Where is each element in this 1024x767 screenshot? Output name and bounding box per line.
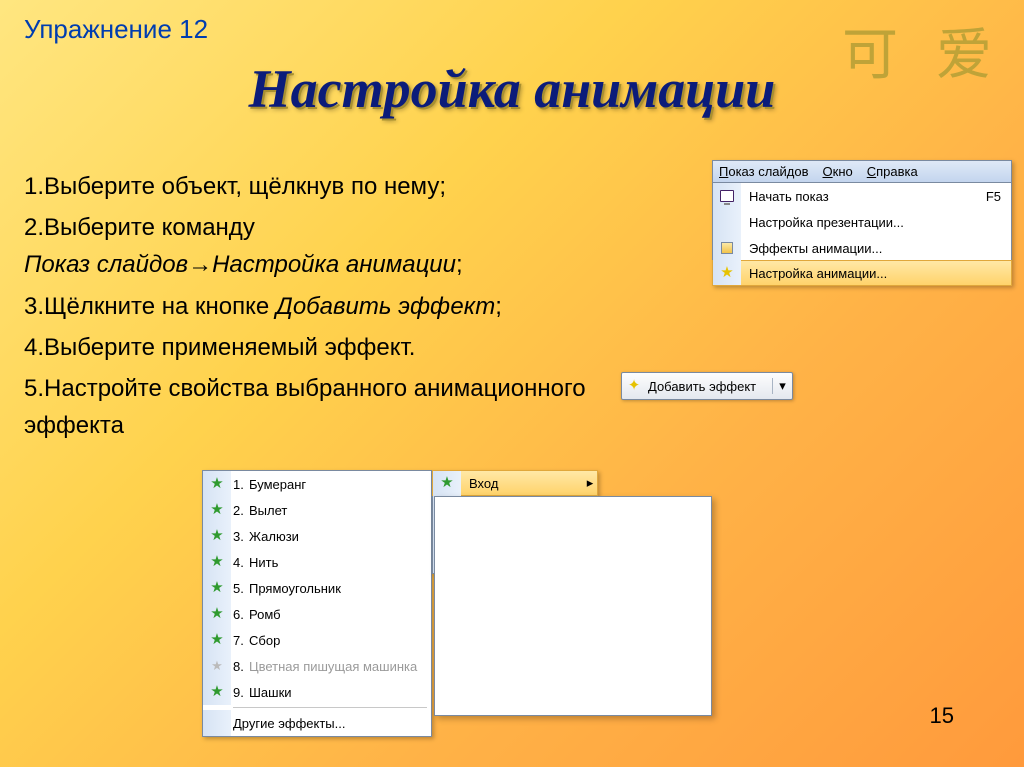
- star-icon: ★: [203, 601, 231, 627]
- star-icon: ★: [433, 471, 461, 495]
- effect-thread[interactable]: ★ 4. Нить: [203, 549, 431, 575]
- star-icon: ★: [203, 497, 231, 523]
- effect-blinds[interactable]: ★ 3. Жалюзи: [203, 523, 431, 549]
- star-icon: ★: [203, 679, 231, 705]
- dropdown-caret-icon: ▾: [772, 378, 792, 394]
- menu-item-start-show[interactable]: Начать показ F5: [713, 183, 1011, 209]
- page-number: 15: [930, 703, 954, 729]
- star-icon: ★: [203, 575, 231, 601]
- add-effect-button[interactable]: ✦ Добавить эффект ▾: [621, 372, 793, 400]
- slide-title: Настройка анимации: [0, 58, 1024, 120]
- menu-bar: Показ слайдов Окно Справка: [713, 161, 1011, 183]
- category-entrance[interactable]: ★ Вход ▸: [432, 470, 598, 496]
- star-icon: ★: [203, 471, 231, 497]
- menu-item-setup-show[interactable]: Настройка презентации...: [713, 209, 1011, 235]
- step-3: 3.Щёлкните на кнопке Добавить эффект;: [24, 288, 644, 325]
- star-icon: ★: [203, 627, 231, 653]
- submenu-arrow-icon: ▸: [583, 475, 597, 491]
- step-4: 4.Выберите применяемый эффект.: [24, 329, 644, 366]
- effect-box[interactable]: ★ 5. Прямоугольник: [203, 575, 431, 601]
- effect-color-typewriter[interactable]: ★ 8. Цветная пишущая машинка: [203, 653, 431, 679]
- effect-assemble[interactable]: ★ 7. Сбор: [203, 627, 431, 653]
- step-3-lead: 3.Щёлкните на кнопке: [24, 293, 276, 320]
- effects-list-panel: ★ 1. Бумеранг ★ 2. Вылет ★ 3. Жалюзи ★ 4…: [202, 470, 432, 737]
- star-icon: ★: [203, 523, 231, 549]
- effect-checkerboard[interactable]: ★ 9. Шашки: [203, 679, 431, 705]
- effect-fly-in[interactable]: ★ 2. Вылет: [203, 497, 431, 523]
- slideshow-menu-panel: Показ слайдов Окно Справка Начать показ …: [712, 160, 1012, 286]
- menu-window[interactable]: Окно: [823, 164, 853, 179]
- step-3-tail: ;: [495, 293, 502, 320]
- shortcut-label: F5: [986, 189, 1011, 204]
- step-1: 1.Выберите объект, щёлкнув по нему;: [24, 168, 644, 205]
- star-icon: ★: [203, 653, 231, 679]
- separator: [233, 707, 427, 708]
- step-5: 5.Настройте свойства выбранного анимацио…: [24, 370, 644, 444]
- effect-boomerang[interactable]: ★ 1. Бумеранг: [203, 471, 431, 497]
- menu-item-custom-animation[interactable]: ★ Настройка анимации...: [712, 260, 1012, 286]
- step-2-command: Показ слайдов→Настройка анимации: [24, 251, 456, 278]
- add-effect-label: Добавить эффект: [646, 379, 772, 394]
- step-2: 2.Выберите команду Показ слайдов→Настрой…: [24, 209, 644, 283]
- star-icon: ★: [203, 549, 231, 575]
- step-3-button: Добавить эффект: [276, 293, 495, 320]
- step-2-tail: ;: [456, 251, 463, 278]
- menu-help[interactable]: Справка: [867, 164, 918, 179]
- star-icon: ✦: [622, 378, 646, 394]
- menu-item-animation-effects[interactable]: Эффекты анимации...: [713, 235, 1011, 261]
- instruction-text: 1.Выберите объект, щёлкнув по нему; 2.Вы…: [24, 168, 644, 448]
- box-icon: [713, 235, 741, 261]
- monitor-icon: [713, 183, 741, 209]
- menu-list: Начать показ F5 Настройка презентации...…: [713, 183, 1011, 286]
- step-2-lead: 2.Выберите команду: [24, 214, 255, 241]
- menu-slideshow[interactable]: Показ слайдов: [719, 164, 809, 179]
- effect-more[interactable]: Другие эффекты...: [203, 710, 431, 736]
- exercise-label: Упражнение 12: [24, 14, 208, 45]
- submenu-flyout: [434, 496, 712, 716]
- effect-diamond[interactable]: ★ 6. Ромб: [203, 601, 431, 627]
- star-icon: ★: [713, 261, 741, 285]
